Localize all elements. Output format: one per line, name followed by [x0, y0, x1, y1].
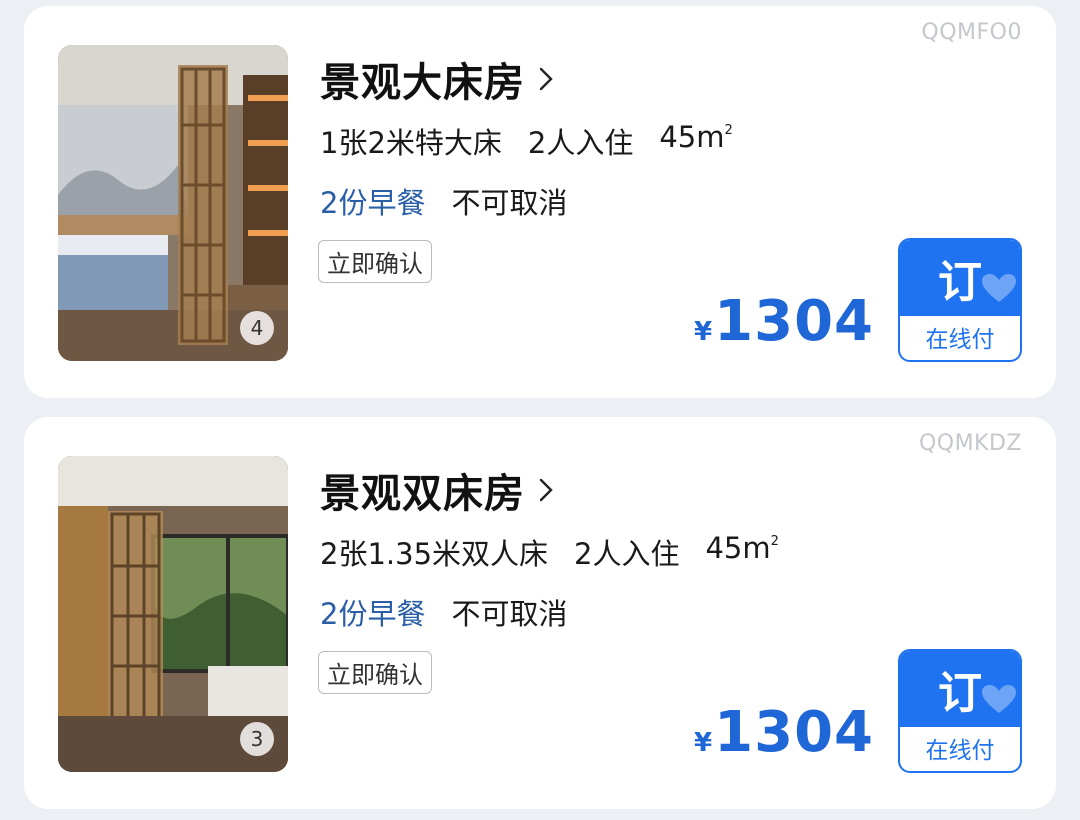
- room-price: ¥ 1304: [694, 294, 874, 350]
- room-title-link[interactable]: 景观双床房: [320, 461, 553, 519]
- book-button[interactable]: 订 在线付: [898, 238, 1022, 362]
- cancel-policy: 不可取消: [451, 186, 568, 220]
- room-title-link[interactable]: 景观大床房: [320, 50, 553, 108]
- occupancy: 2人入住: [527, 126, 634, 160]
- room-card[interactable]: QQMFO0 4 景观大床房 1张2米特大床 2人入住 45m2 2份早餐 不可…: [24, 6, 1056, 398]
- price-amount: 1304: [714, 289, 874, 354]
- area-unit-sup: 2: [724, 123, 733, 138]
- room-specs: 2张1.35米双人床 2人入住 45m2: [320, 531, 779, 573]
- room-code: QQMKDZ: [918, 431, 1022, 456]
- room-specs: 1张2米特大床 2人入住 45m2: [320, 120, 733, 162]
- book-button-top: 订: [900, 651, 1020, 727]
- room-card[interactable]: QQMKDZ 3 景观双床房 2张1.35米双人床 2人入住 45m2 2份早餐…: [24, 417, 1056, 809]
- room-photo[interactable]: 4: [58, 45, 288, 361]
- room-perks: 2份早餐 不可取消: [320, 180, 567, 222]
- breakfast-info: 2份早餐: [320, 597, 426, 631]
- room-title: 景观大床房: [320, 60, 525, 106]
- room-code: QQMFO0: [921, 20, 1022, 45]
- pay-online-label: 在线付: [925, 738, 995, 764]
- chevron-right-icon: [539, 67, 553, 91]
- room-perks: 2份早餐 不可取消: [320, 591, 567, 633]
- book-label: 订: [938, 257, 982, 308]
- photo-count-badge: 3: [240, 722, 274, 756]
- instant-confirm-tag: 立即确认: [318, 240, 432, 283]
- photo-count-badge: 4: [240, 311, 274, 345]
- heart-icon: [982, 274, 1016, 302]
- book-button-top: 订: [900, 240, 1020, 316]
- breakfast-info: 2份早餐: [320, 186, 426, 220]
- currency-symbol: ¥: [694, 317, 713, 347]
- instant-confirm-tag: 立即确认: [318, 651, 432, 694]
- chevron-right-icon: [539, 478, 553, 502]
- room-photo[interactable]: 3: [58, 456, 288, 772]
- room-area: 45m2: [705, 531, 779, 565]
- bed-type: 1张2米特大床: [320, 126, 502, 160]
- bed-type: 2张1.35米双人床: [320, 537, 549, 571]
- cancel-policy: 不可取消: [451, 597, 568, 631]
- pay-online-label: 在线付: [925, 327, 995, 353]
- area-unit-sup: 2: [770, 534, 779, 549]
- price-amount: 1304: [714, 700, 874, 765]
- room-area: 45m2: [659, 120, 733, 154]
- room-price: ¥ 1304: [694, 705, 874, 761]
- book-label: 订: [938, 668, 982, 719]
- currency-symbol: ¥: [694, 728, 713, 758]
- heart-icon: [982, 685, 1016, 713]
- room-title: 景观双床房: [320, 471, 525, 517]
- occupancy: 2人入住: [574, 537, 680, 571]
- book-button[interactable]: 订 在线付: [898, 649, 1022, 773]
